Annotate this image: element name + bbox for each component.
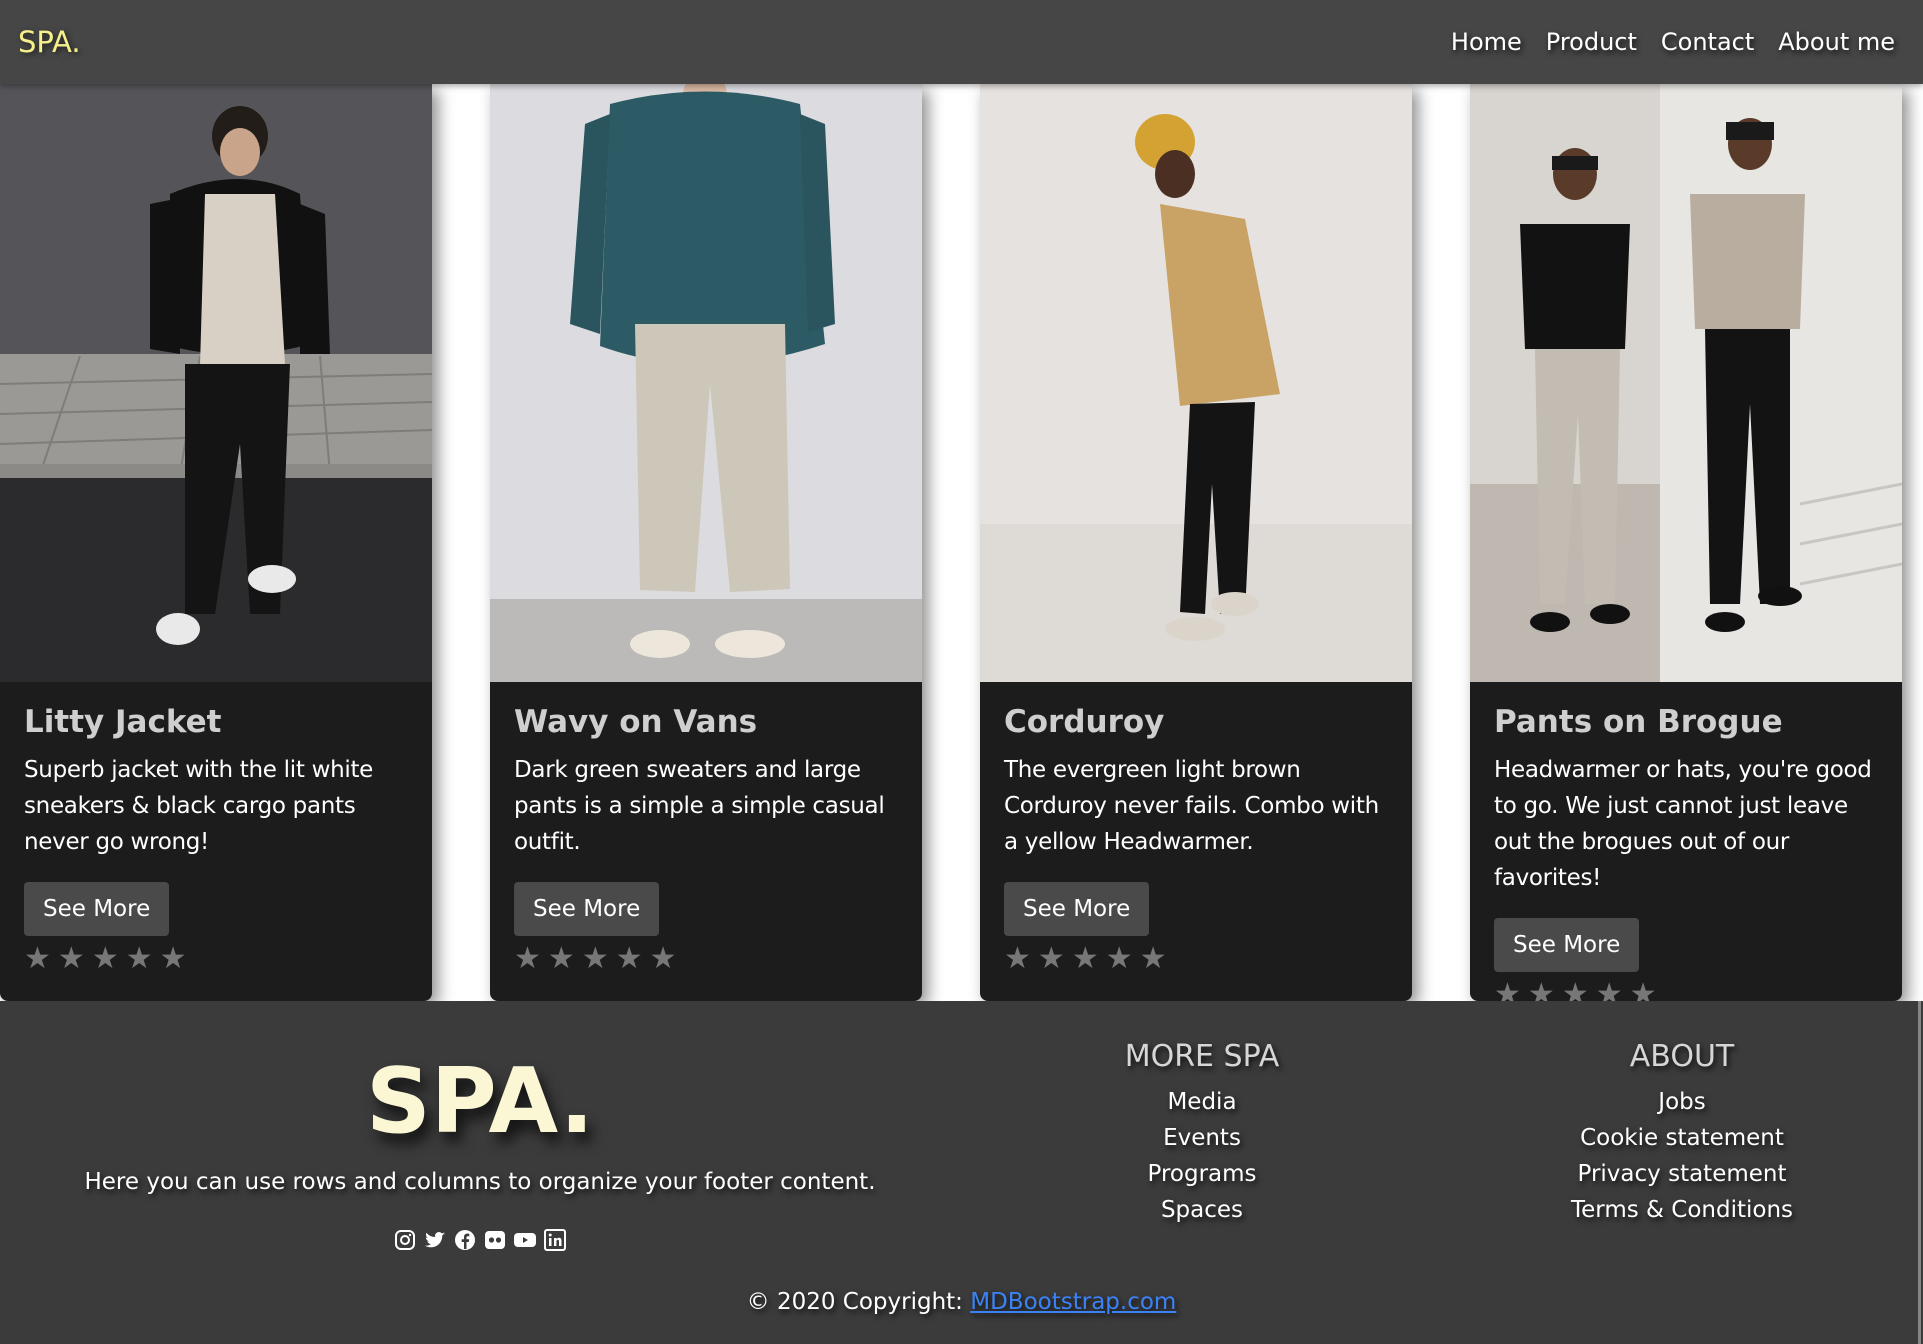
product-cards: Litty Jacket Superb jacket with the lit … xyxy=(0,84,1923,1001)
star-icon[interactable]: ★ xyxy=(650,944,677,974)
brand-logo[interactable]: SPA. xyxy=(18,25,81,59)
copyright-link[interactable]: MDBootstrap.com xyxy=(970,1289,1176,1315)
card-text: Headwarmer or hats, you're good to go. W… xyxy=(1494,757,1872,891)
product-image xyxy=(0,84,432,682)
product-image xyxy=(980,84,1412,682)
star-icon[interactable]: ★ xyxy=(58,944,85,974)
footer-link-media[interactable]: Media xyxy=(1052,1084,1352,1120)
see-more-button[interactable]: See More xyxy=(1004,882,1150,936)
nav-link-home[interactable]: Home xyxy=(1451,28,1522,56)
facebook-icon[interactable] xyxy=(453,1228,477,1252)
star-icon[interactable]: ★ xyxy=(1072,944,1099,974)
footer-link-spaces[interactable]: Spaces xyxy=(1052,1192,1352,1228)
star-icon[interactable]: ★ xyxy=(1106,944,1133,974)
nav-link-about-me[interactable]: About me xyxy=(1778,28,1895,56)
see-more-button[interactable]: See More xyxy=(1494,918,1640,972)
card-title: Wavy on Vans xyxy=(514,704,758,740)
card-body: Wavy on Vans Dark green sweaters and lar… xyxy=(490,682,922,974)
card-text: Dark green sweaters and large pants is a… xyxy=(514,757,885,855)
star-icon[interactable]: ★ xyxy=(1596,980,1623,1002)
card-title: Litty Jacket xyxy=(24,704,222,740)
star-rating[interactable]: ★ ★ ★ ★ ★ xyxy=(1494,980,1878,1002)
star-icon[interactable]: ★ xyxy=(1038,944,1065,974)
footer-column-more-spa: MORE SPA Media Events Programs Spaces xyxy=(1052,1039,1352,1228)
card-body: Litty Jacket Superb jacket with the lit … xyxy=(0,682,432,974)
flickr-icon[interactable] xyxy=(483,1228,507,1252)
footer-link-events[interactable]: Events xyxy=(1052,1120,1352,1156)
navbar: SPA. Home Product Contact About me xyxy=(0,0,1923,84)
scrollbar[interactable] xyxy=(1918,1001,1921,1344)
footer-link-terms-conditions[interactable]: Terms & Conditions xyxy=(1532,1192,1832,1228)
card-title: Corduroy xyxy=(1004,704,1165,740)
card-text: The evergreen light brown Corduroy never… xyxy=(1004,757,1379,855)
star-icon[interactable]: ★ xyxy=(1494,980,1521,1002)
star-icon[interactable]: ★ xyxy=(92,944,119,974)
star-icon[interactable]: ★ xyxy=(24,944,51,974)
card-title: Pants on Brogue xyxy=(1494,704,1783,740)
star-icon[interactable]: ★ xyxy=(514,944,541,974)
see-more-button[interactable]: See More xyxy=(24,882,170,936)
product-image xyxy=(490,84,922,682)
star-icon[interactable]: ★ xyxy=(616,944,643,974)
star-icon[interactable]: ★ xyxy=(582,944,609,974)
star-icon[interactable]: ★ xyxy=(1562,980,1589,1002)
footer-link-cookie-statement[interactable]: Cookie statement xyxy=(1532,1120,1832,1156)
nav-link-product[interactable]: Product xyxy=(1546,28,1637,56)
nav-link-contact[interactable]: Contact xyxy=(1661,28,1754,56)
linkedin-icon[interactable] xyxy=(543,1228,567,1252)
product-card: Corduroy The evergreen light brown Cordu… xyxy=(980,84,1412,1001)
product-card: Litty Jacket Superb jacket with the lit … xyxy=(0,84,432,1001)
see-more-button[interactable]: See More xyxy=(514,882,660,936)
copyright-text: © 2020 Copyright: xyxy=(746,1289,971,1315)
footer-link-jobs[interactable]: Jobs xyxy=(1532,1084,1832,1120)
footer-column-about: ABOUT Jobs Cookie statement Privacy stat… xyxy=(1532,1039,1832,1228)
product-card: Wavy on Vans Dark green sweaters and lar… xyxy=(490,84,922,1001)
card-body: Corduroy The evergreen light brown Cordu… xyxy=(980,682,1412,974)
copyright: © 2020 Copyright: MDBootstrap.com xyxy=(0,1289,1923,1315)
card-body: Pants on Brogue Headwarmer or hats, you'… xyxy=(1470,682,1902,1001)
product-card: Pants on Brogue Headwarmer or hats, you'… xyxy=(1470,84,1902,1001)
footer-brand: SPA. xyxy=(365,1049,595,1154)
footer-description: Here you can use rows and columns to org… xyxy=(84,1169,876,1195)
social-links xyxy=(0,1228,960,1252)
star-rating[interactable]: ★ ★ ★ ★ ★ xyxy=(24,944,408,974)
footer-link-programs[interactable]: Programs xyxy=(1052,1156,1352,1192)
footer-heading: ABOUT xyxy=(1629,1039,1735,1074)
star-rating[interactable]: ★ ★ ★ ★ ★ xyxy=(1004,944,1388,974)
star-icon[interactable]: ★ xyxy=(1004,944,1031,974)
star-icon[interactable]: ★ xyxy=(160,944,187,974)
star-icon[interactable]: ★ xyxy=(1140,944,1167,974)
youtube-icon[interactable] xyxy=(513,1228,537,1252)
footer-heading: MORE SPA xyxy=(1124,1039,1280,1074)
star-icon[interactable]: ★ xyxy=(548,944,575,974)
card-text: Superb jacket with the lit white sneaker… xyxy=(24,757,374,855)
footer: SPA. Here you can use rows and columns t… xyxy=(0,1001,1923,1344)
twitter-icon[interactable] xyxy=(423,1228,447,1252)
footer-link-privacy-statement[interactable]: Privacy statement xyxy=(1532,1156,1832,1192)
nav-links: Home Product Contact About me xyxy=(1451,28,1895,56)
product-image xyxy=(1470,84,1902,682)
star-icon[interactable]: ★ xyxy=(1630,980,1657,1002)
star-icon[interactable]: ★ xyxy=(126,944,153,974)
star-icon[interactable]: ★ xyxy=(1528,980,1555,1002)
instagram-icon[interactable] xyxy=(393,1228,417,1252)
star-rating[interactable]: ★ ★ ★ ★ ★ xyxy=(514,944,898,974)
